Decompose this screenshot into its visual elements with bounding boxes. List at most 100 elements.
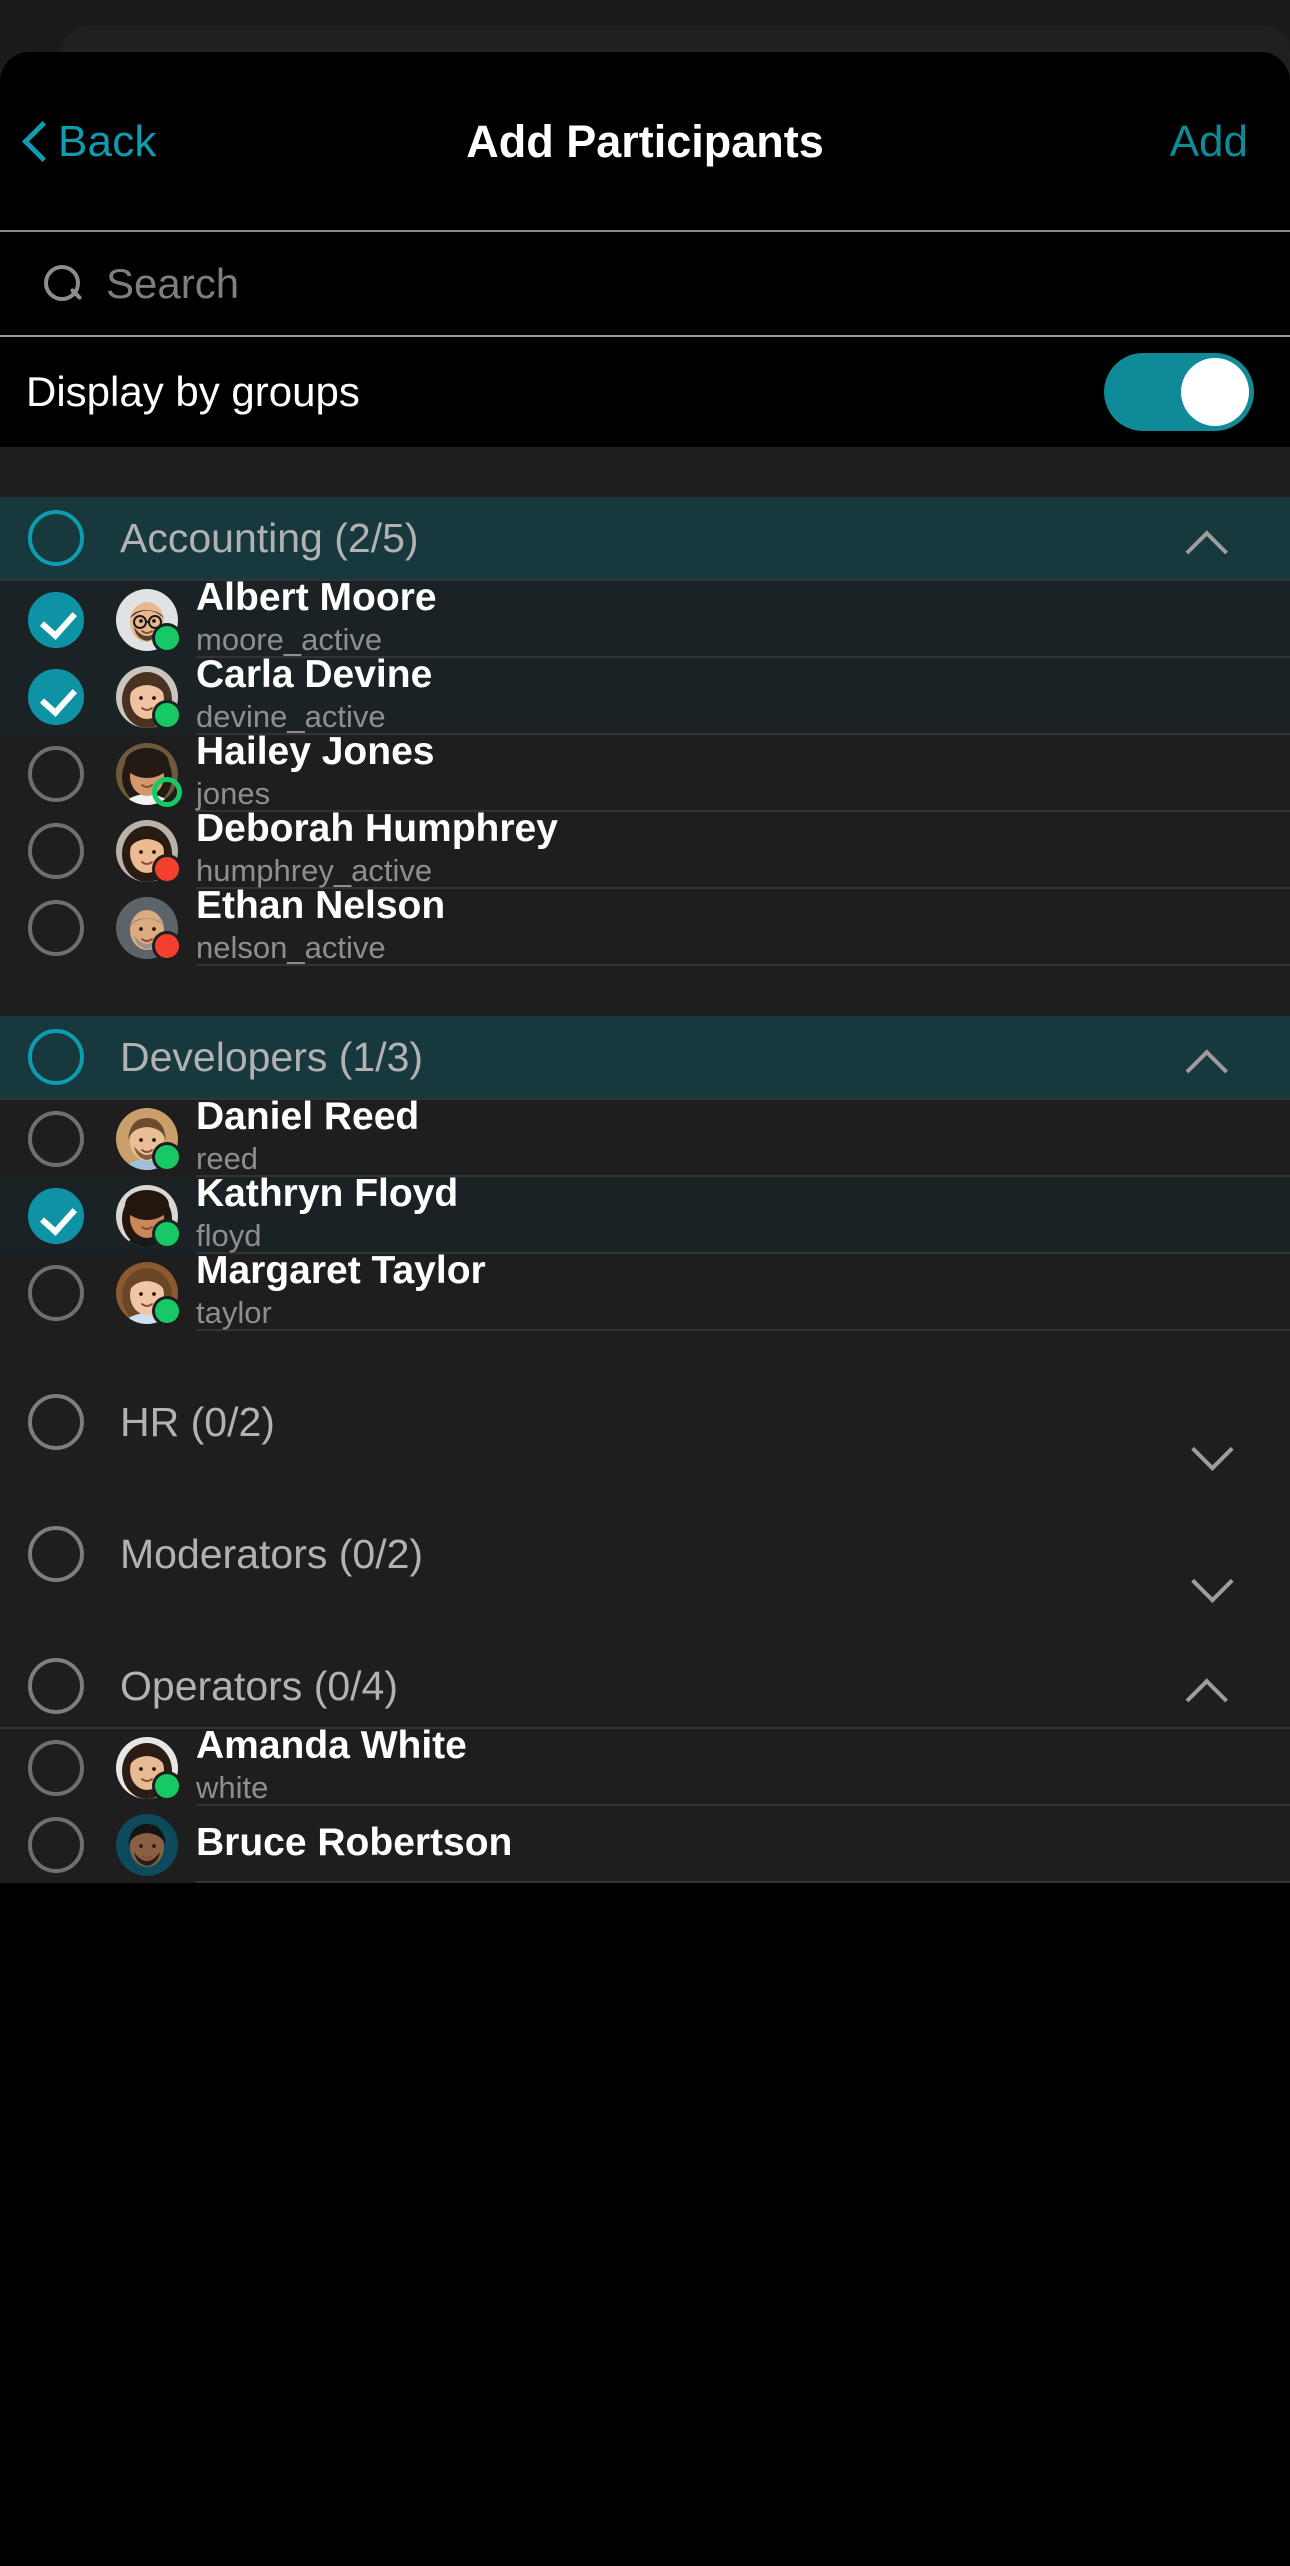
status-indicator-online [152,699,182,730]
status-indicator-busy [152,853,182,884]
group-select-circle[interactable] [28,1658,84,1714]
toggle-knob [1181,358,1249,426]
group-count: (0/2) [190,1398,275,1445]
member-checkbox[interactable] [28,745,84,802]
member-handle: taylor [196,1294,272,1330]
group-label: Moderators (0/2) [120,1530,424,1577]
member-row[interactable]: Kathryn Floyd floyd [0,1173,1290,1254]
avatar [116,896,182,961]
group-spacer [0,1331,1290,1381]
member-checkbox[interactable] [28,1187,84,1244]
status-indicator-online [152,1218,182,1249]
member-info: Daniel Reed reed [196,1094,1290,1177]
group-spacer [0,447,1290,497]
chevron-up-icon[interactable] [1194,1686,1230,1706]
group-header-operators[interactable]: Operators (0/4) [0,1645,1290,1727]
display-by-groups-row[interactable]: Display by groups [0,337,1290,447]
chevron-down-icon[interactable] [1194,1554,1230,1574]
member-row[interactable]: Carla Devine devine_active [0,652,1290,735]
member-checkbox[interactable] [28,1264,84,1321]
group-header-moderators[interactable]: Moderators (0/2) [0,1513,1290,1595]
avatar [116,1184,182,1249]
group-label: Operators (0/4) [120,1662,399,1709]
member-checkbox[interactable] [28,668,84,725]
display-by-groups-toggle[interactable] [1104,353,1254,431]
member-info: Margaret Taylor taylor [196,1248,1290,1331]
member-info: Kathryn Floyd floyd [196,1173,1290,1254]
group-count: (1/3) [338,1033,424,1080]
group-select-circle[interactable] [28,1394,84,1450]
display-by-groups-label: Display by groups [26,368,360,415]
member-info: Bruce Robertson [196,1806,1290,1883]
member-handle: nelson_active [196,929,386,965]
group-count: (0/2) [338,1530,424,1577]
search-bar[interactable]: Search [0,232,1290,337]
group-spacer [0,1595,1290,1645]
search-icon [40,262,84,306]
avatar [116,1736,182,1801]
status-indicator-online [152,1295,182,1326]
member-info: Ethan Nelson nelson_active [196,883,1290,966]
group-count: (2/5) [334,514,419,561]
chevron-down-icon[interactable] [1194,1422,1230,1442]
app-root: Back Add Participants Add Search Display… [0,0,1290,2566]
group-header-developers[interactable]: Developers (1/3) [0,1016,1290,1098]
member-row[interactable]: Amanda White white [0,1723,1290,1806]
avatar [116,665,182,730]
member-name: Carla Devine [196,652,433,696]
page-title: Add Participants [466,116,824,167]
member-name: Ethan Nelson [196,883,446,927]
member-checkbox[interactable] [28,1110,84,1167]
member-name: Daniel Reed [196,1094,420,1138]
member-info: Albert Moore moore_active [196,575,1290,658]
status-indicator-online [152,1141,182,1172]
chevron-up-icon[interactable] [1194,1057,1230,1077]
group-select-circle[interactable] [28,1526,84,1582]
avatar [116,588,182,653]
member-row[interactable]: Bruce Robertson [0,1806,1290,1883]
chevron-up-icon[interactable] [1194,538,1230,558]
group-spacer [0,1463,1290,1513]
member-info: Amanda White white [196,1723,1290,1806]
avatar [116,819,182,884]
group-header-hr[interactable]: HR (0/2) [0,1381,1290,1463]
member-name: Bruce Robertson [196,1821,513,1865]
group-label: Developers (1/3) [120,1033,424,1080]
avatar [116,742,182,807]
member-checkbox[interactable] [28,822,84,879]
status-indicator-busy [152,930,182,961]
avatar [116,1261,182,1326]
member-row[interactable]: Ethan Nelson nelson_active [0,883,1290,966]
member-row[interactable]: Hailey Jones jones [0,729,1290,812]
add-button[interactable]: Add [1170,117,1248,167]
group-count: (0/4) [313,1662,399,1709]
navigation-bar: Back Add Participants Add [0,52,1290,232]
member-info: Carla Devine devine_active [196,652,1290,735]
member-checkbox[interactable] [28,591,84,648]
member-name: Albert Moore [196,575,437,619]
search-input[interactable]: Search [106,260,239,308]
member-checkbox[interactable] [28,899,84,956]
avatar [116,1813,178,1876]
member-info: Hailey Jones jones [196,729,1290,812]
member-name: Margaret Taylor [196,1248,486,1292]
status-indicator-online [152,622,182,653]
status-indicator-away [152,776,182,807]
group-label: HR (0/2) [120,1398,275,1445]
member-row[interactable]: Albert Moore moore_active [0,575,1290,658]
member-checkbox[interactable] [28,1739,84,1796]
member-row[interactable]: Margaret Taylor taylor [0,1248,1290,1331]
member-checkbox[interactable] [28,1816,84,1873]
participants-list: Accounting (2/5) Albert Moore moore_acti… [0,447,1290,1883]
group-label: Accounting (2/5) [120,514,419,561]
avatar [116,1107,182,1172]
group-select-circle[interactable] [28,1029,84,1085]
member-row[interactable]: Daniel Reed reed [0,1094,1290,1177]
member-name: Hailey Jones [196,729,435,773]
member-name: Amanda White [196,1723,467,1767]
group-header-accounting[interactable]: Accounting (2/5) [0,497,1290,579]
member-row[interactable]: Deborah Humphrey humphrey_active [0,806,1290,889]
member-handle: white [196,1769,269,1805]
member-name: Deborah Humphrey [196,806,558,850]
group-select-circle[interactable] [28,510,84,566]
